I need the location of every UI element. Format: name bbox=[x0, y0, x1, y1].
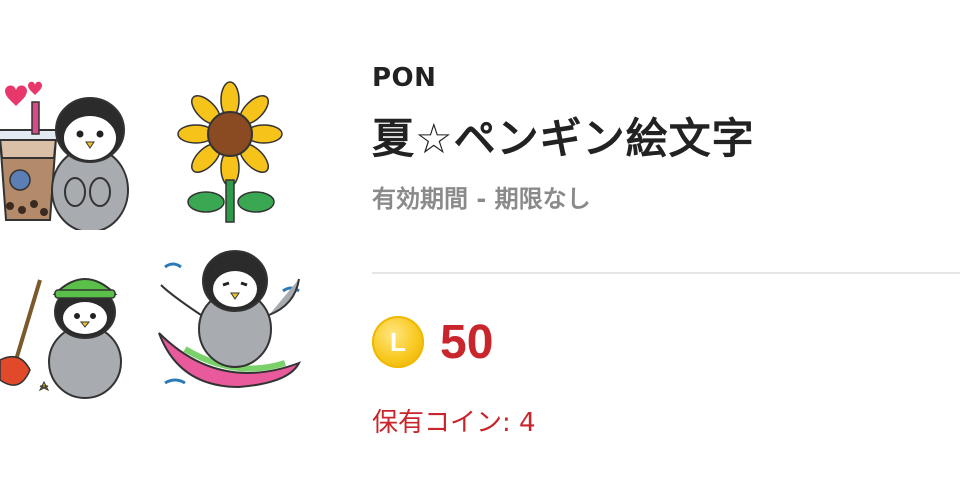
penguin-surfing-icon[interactable] bbox=[155, 245, 305, 405]
author-name[interactable]: PON bbox=[372, 58, 960, 98]
sunflower-icon[interactable] bbox=[170, 80, 290, 225]
divider bbox=[372, 272, 960, 274]
coin-letter: L bbox=[390, 326, 406, 357]
product-info: PON 夏☆ペンギン絵文字 有効期間 - 期限なし bbox=[372, 58, 960, 216]
penguin-fishing-icon[interactable] bbox=[0, 250, 140, 400]
validity-text: 有効期間 - 期限なし bbox=[372, 185, 591, 213]
sticker-preview-grid bbox=[0, 60, 320, 420]
product-title: 夏☆ペンギン絵文字 bbox=[372, 114, 755, 163]
line-coin-icon: L bbox=[372, 316, 424, 368]
sticker-shop-page: PON 夏☆ペンギン絵文字 有効期間 - 期限なし L 50 保有コイン: 4 bbox=[0, 0, 960, 503]
price-amount: 50 bbox=[440, 315, 494, 369]
penguin-bubble-tea-icon[interactable] bbox=[0, 80, 140, 230]
price-row: L 50 bbox=[372, 312, 493, 372]
owned-coins: 保有コイン: 4 bbox=[372, 408, 536, 438]
